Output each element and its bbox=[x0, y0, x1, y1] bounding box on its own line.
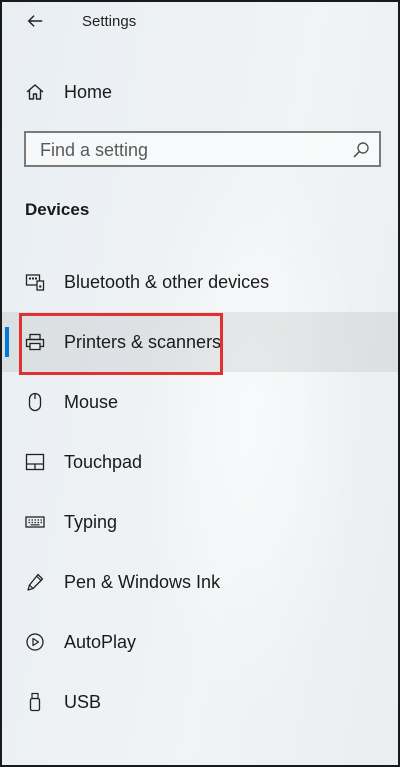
keyboard-icon bbox=[24, 511, 46, 533]
nav-item-label: Touchpad bbox=[64, 451, 143, 472]
nav-item-label: Mouse bbox=[64, 391, 119, 412]
pen-icon bbox=[24, 571, 46, 593]
nav-item-label: USB bbox=[64, 691, 102, 712]
touchpad-icon bbox=[24, 451, 46, 473]
settings-window: Settings Home Devices Bluetooth & other … bbox=[0, 0, 400, 767]
title-bar: Settings bbox=[2, 2, 398, 42]
usb-icon bbox=[24, 691, 46, 713]
bluetooth-devices-icon bbox=[24, 271, 46, 293]
nav-item-mouse[interactable]: Mouse bbox=[2, 372, 398, 432]
nav-item-label: Typing bbox=[64, 511, 118, 532]
nav-item-printers[interactable]: Printers & scanners bbox=[2, 312, 398, 375]
highlight-box bbox=[19, 313, 223, 375]
home-link[interactable]: Home bbox=[2, 72, 398, 112]
nav-item-label: Bluetooth & other devices bbox=[64, 271, 270, 292]
autoplay-icon bbox=[24, 631, 46, 653]
search-box[interactable] bbox=[24, 131, 381, 167]
nav-item-touchpad[interactable]: Touchpad bbox=[2, 432, 398, 492]
back-button[interactable] bbox=[24, 10, 46, 32]
window-title: Settings bbox=[82, 13, 137, 30]
nav-item-autoplay[interactable]: AutoPlay bbox=[2, 612, 398, 672]
home-label: Home bbox=[64, 81, 113, 102]
section-heading: Devices bbox=[25, 200, 90, 219]
nav-item-usb[interactable]: USB bbox=[2, 672, 398, 732]
nav-item-label: AutoPlay bbox=[64, 631, 137, 652]
nav-item-bluetooth[interactable]: Bluetooth & other devices bbox=[2, 252, 398, 312]
mouse-icon bbox=[24, 391, 46, 413]
selection-indicator bbox=[5, 327, 9, 357]
back-arrow-icon bbox=[27, 15, 43, 27]
nav-item-typing[interactable]: Typing bbox=[2, 492, 398, 552]
home-icon bbox=[24, 81, 46, 103]
search-icon[interactable] bbox=[351, 140, 371, 160]
nav-item-label: Pen & Windows Ink bbox=[64, 571, 221, 592]
nav-item-pen[interactable]: Pen & Windows Ink bbox=[2, 552, 398, 612]
search-input[interactable] bbox=[40, 139, 340, 161]
